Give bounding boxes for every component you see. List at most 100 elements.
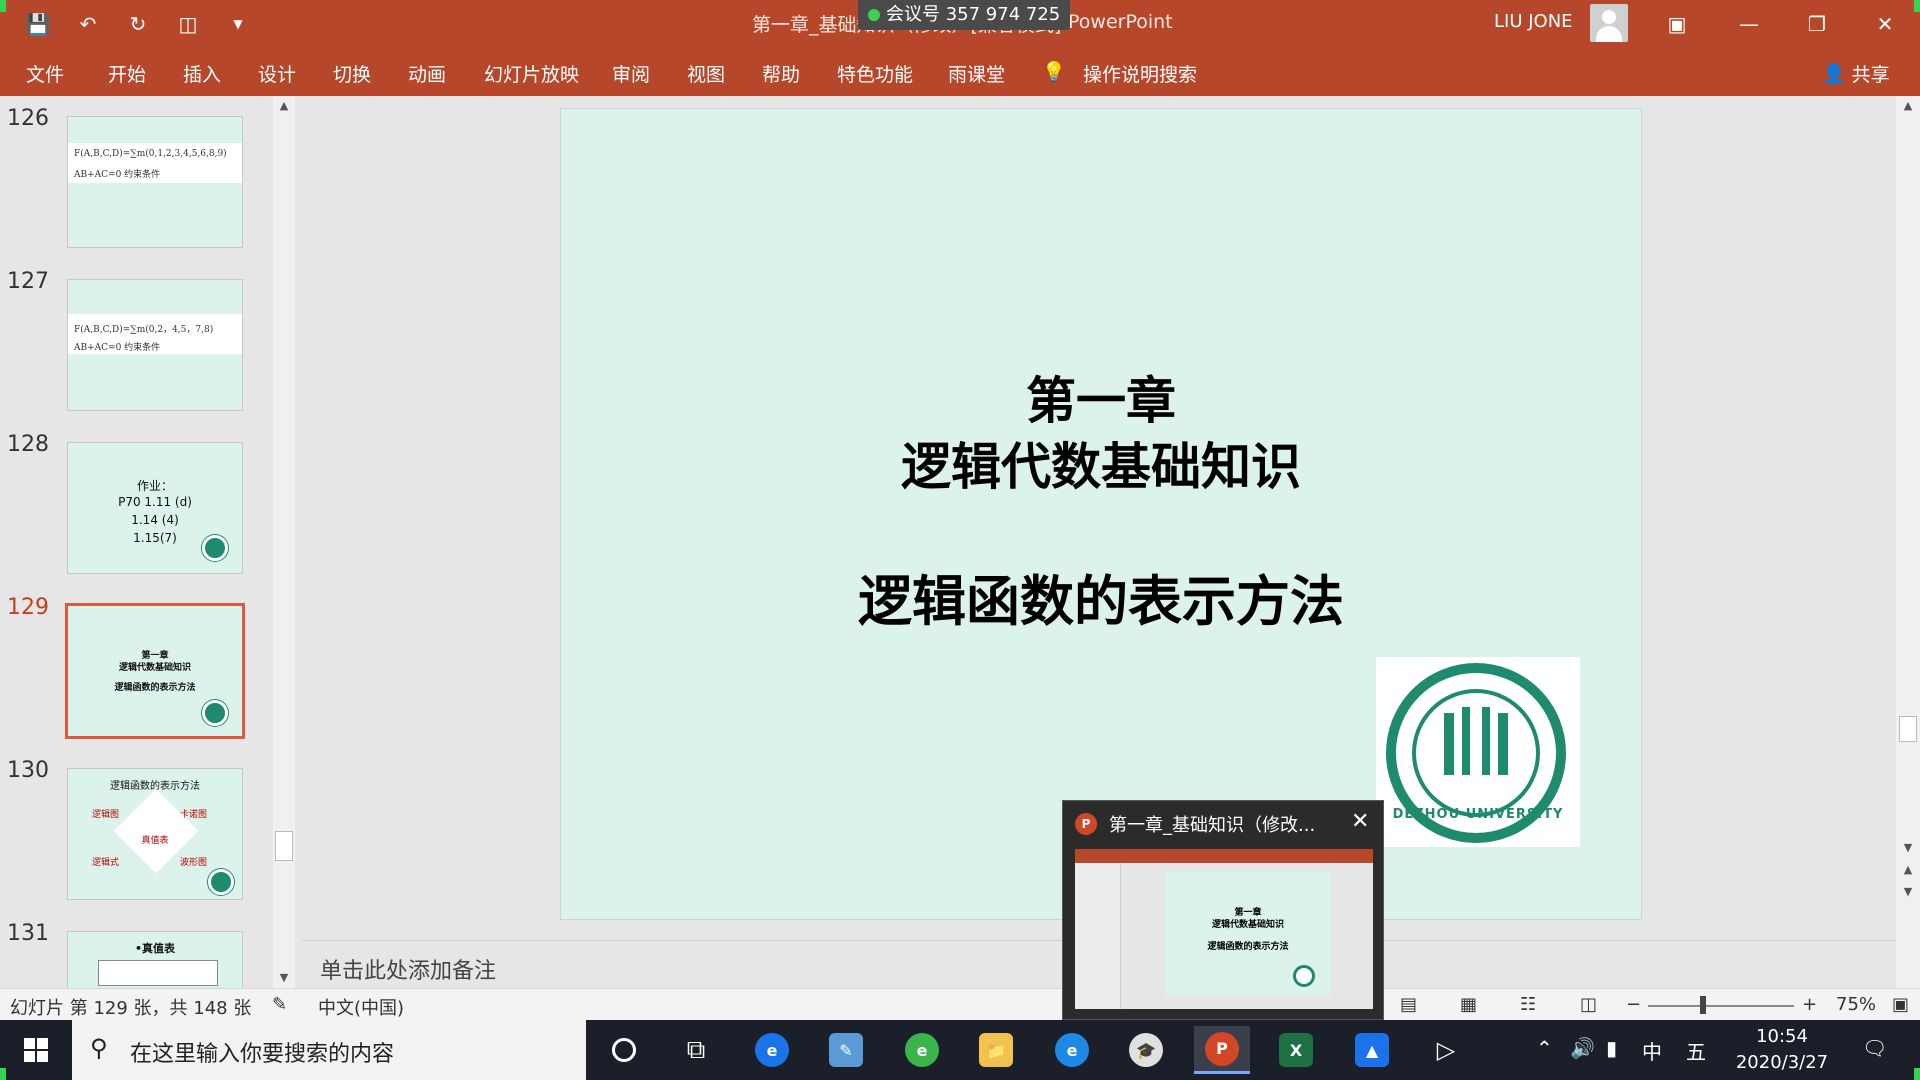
screen-share-border bbox=[0, 0, 6, 12]
reading-view-icon[interactable]: ☷ bbox=[1520, 994, 1536, 1015]
video-camera-icon[interactable]: ▷ bbox=[1418, 1026, 1474, 1074]
recording-dot-icon bbox=[868, 9, 880, 21]
taskbar-window-preview[interactable]: P 第一章_基础知识（修改... ✕ 第一章 逻辑代数基础知识 逻辑函数的表示方… bbox=[1062, 800, 1384, 1020]
start-button[interactable] bbox=[0, 1020, 72, 1080]
slide-topic[interactable]: 逻辑函数的表示方法 bbox=[561, 557, 1641, 636]
scroll-down-icon[interactable]: ▼ bbox=[1896, 838, 1920, 858]
battery-icon[interactable]: ▮ bbox=[1606, 1036, 1617, 1060]
file-explorer-icon[interactable]: 📁 bbox=[968, 1026, 1024, 1074]
user-name[interactable]: LIU JONE bbox=[1494, 11, 1573, 32]
university-logo-icon bbox=[208, 869, 234, 895]
scroll-up-icon[interactable]: ▲ bbox=[273, 96, 295, 116]
zoom-in-icon[interactable]: + bbox=[1802, 994, 1817, 1015]
slide-thumbnail-127[interactable]: F(A,B,C,D)=∑m(0,2，4,5，7,8) AB+AC=0 约束条件 bbox=[67, 279, 243, 411]
tab-transitions[interactable]: 切换 bbox=[333, 60, 371, 87]
scroll-down-icon[interactable]: ▼ bbox=[273, 968, 295, 988]
zoom-out-icon[interactable]: − bbox=[1626, 994, 1641, 1015]
person-icon: 👤 bbox=[1822, 63, 1846, 85]
zoom-slider[interactable] bbox=[1648, 1005, 1794, 1007]
zoom-slider-thumb[interactable] bbox=[1700, 996, 1706, 1014]
screen-share-border bbox=[1914, 1068, 1920, 1080]
previous-slide-icon[interactable]: ▲ bbox=[1896, 860, 1920, 880]
slide-thumbnail-130[interactable]: 逻辑函数的表示方法 真值表 逻辑图 卡诺图 逻辑式 波形图 bbox=[67, 768, 243, 900]
share-button[interactable]: 👤 共享 bbox=[1822, 60, 1890, 87]
tab-rain-classroom[interactable]: 雨课堂 bbox=[948, 60, 1005, 87]
tab-home[interactable]: 开始 bbox=[108, 60, 146, 87]
preview-thumbnail[interactable]: 第一章 逻辑代数基础知识 逻辑函数的表示方法 bbox=[1075, 849, 1373, 1009]
tab-help[interactable]: 帮助 bbox=[762, 60, 800, 87]
preview-slide-text: 逻辑代数基础知识 bbox=[1211, 920, 1284, 930]
accessibility-icon[interactable]: ✎ bbox=[272, 994, 287, 1015]
slide-thumbnail-128[interactable]: 作业： P70 1.11 (d) 1.14 (4) 1.15(7) bbox=[67, 442, 243, 574]
slide-thumbnail-126[interactable]: F(A,B,C,D)=∑m(0,1,2,3,4,5,6,8,9) AB+AC=0… bbox=[67, 116, 243, 248]
notes-app-icon[interactable]: ✎ bbox=[818, 1026, 874, 1074]
ime-language[interactable]: 中 bbox=[1642, 1036, 1662, 1065]
thumb-text: 逻辑图 bbox=[92, 810, 120, 820]
zoom-level[interactable]: 75% bbox=[1836, 994, 1876, 1015]
thumb-text: 作业： bbox=[136, 479, 173, 493]
notification-center-icon[interactable]: 🗨 bbox=[1862, 1036, 1887, 1060]
graduation-cap-icon[interactable]: 🎓 bbox=[1118, 1026, 1174, 1074]
scroll-thumb[interactable] bbox=[275, 831, 293, 861]
excel-taskbar-icon[interactable]: X bbox=[1268, 1026, 1324, 1074]
tab-slideshow[interactable]: 幻灯片放映 bbox=[484, 60, 579, 87]
scroll-thumb[interactable] bbox=[1899, 716, 1917, 742]
slide-number: 128 bbox=[7, 432, 49, 457]
editor-scrollbar[interactable]: ▲ ▼ ▲ ▼ bbox=[1896, 96, 1920, 988]
system-clock[interactable]: 10:54 2020/3/27 bbox=[1718, 1024, 1846, 1076]
tab-special-features[interactable]: 特色功能 bbox=[837, 60, 913, 87]
tell-me-search[interactable]: 操作说明搜索 bbox=[1083, 60, 1197, 87]
university-logo-icon bbox=[1293, 965, 1315, 987]
show-hidden-icons-icon[interactable]: ⌃ bbox=[1536, 1036, 1553, 1060]
tab-review[interactable]: 审阅 bbox=[612, 60, 650, 87]
fit-to-window-icon[interactable]: ▣ bbox=[1892, 994, 1909, 1015]
tab-view[interactable]: 视图 bbox=[687, 60, 725, 87]
internet-explorer-icon[interactable]: e bbox=[1044, 1026, 1100, 1074]
thumb-text: AB+AC=0 约束条件 bbox=[74, 343, 161, 353]
restore-button[interactable]: ❐ bbox=[1784, 0, 1850, 48]
taskbar-search[interactable]: ⚲ 在这里输入你要搜索的内容 bbox=[72, 1020, 586, 1080]
slide-thumbnail-131[interactable]: •真值表 bbox=[67, 931, 243, 988]
thumb-text: 波形图 bbox=[180, 858, 208, 868]
task-view-icon[interactable]: ⧉ bbox=[668, 1026, 724, 1074]
tab-animations[interactable]: 动画 bbox=[408, 60, 446, 87]
slide-chapter-title[interactable]: 第一章 bbox=[561, 361, 1641, 433]
volume-icon[interactable]: 🔊 bbox=[1570, 1036, 1595, 1060]
close-icon[interactable]: ✕ bbox=[1351, 809, 1369, 834]
thumb-text: 逻辑函数的表示方法 bbox=[114, 683, 196, 693]
meeting-app-icon[interactable]: ▲ bbox=[1344, 1026, 1400, 1074]
current-slide[interactable]: 第一章 逻辑代数基础知识 逻辑函数的表示方法 DEZHOU UNIVERSITY bbox=[560, 108, 1642, 920]
minimize-button[interactable]: — bbox=[1716, 0, 1782, 48]
thumb-text: 卡诺图 bbox=[180, 810, 208, 820]
customize-toolbar-icon[interactable]: ▼ bbox=[224, 10, 252, 38]
ribbon-display-options-icon[interactable]: ▣ bbox=[1644, 0, 1710, 48]
redo-icon[interactable]: ↻ bbox=[124, 10, 152, 38]
slide-number: 126 bbox=[7, 106, 49, 131]
tab-insert[interactable]: 插入 bbox=[183, 60, 221, 87]
avatar[interactable] bbox=[1590, 4, 1628, 42]
language-indicator[interactable]: 中文(中国) bbox=[318, 994, 404, 1020]
tab-design[interactable]: 设计 bbox=[258, 60, 296, 87]
slide-sorter-icon[interactable]: ▦ bbox=[1460, 994, 1477, 1015]
next-slide-icon[interactable]: ▼ bbox=[1896, 882, 1920, 902]
notes-placeholder[interactable]: 单击此处添加备注 bbox=[320, 953, 496, 985]
ime-mode[interactable]: 五 bbox=[1686, 1036, 1706, 1065]
close-button[interactable]: ✕ bbox=[1852, 0, 1918, 48]
normal-view-icon[interactable]: ▤ bbox=[1400, 994, 1417, 1015]
powerpoint-taskbar-icon[interactable]: P bbox=[1194, 1026, 1250, 1074]
edge-browser-icon[interactable]: e bbox=[744, 1026, 800, 1074]
save-icon[interactable]: 💾 bbox=[24, 10, 52, 38]
slide-thumbnail-129[interactable]: 第一章 逻辑代数基础知识 逻辑函数的表示方法 bbox=[65, 603, 245, 739]
slide-subtitle[interactable]: 逻辑代数基础知识 bbox=[561, 427, 1641, 499]
slideshow-icon[interactable]: ◫ bbox=[1580, 994, 1597, 1015]
present-from-start-icon[interactable]: ◫ bbox=[174, 10, 202, 38]
university-emblem[interactable]: DEZHOU UNIVERSITY bbox=[1376, 657, 1580, 847]
taskbar: ⚲ 在这里输入你要搜索的内容 ⧉ e ✎ e 📁 e 🎓 P X ▲ ▷ ⌃ 🔊… bbox=[0, 1020, 1920, 1080]
scroll-up-icon[interactable]: ▲ bbox=[1896, 96, 1920, 116]
clock-time: 10:54 bbox=[1756, 1026, 1808, 1047]
browser-360-icon[interactable]: e bbox=[894, 1026, 950, 1074]
thumbnail-scrollbar[interactable]: ▲ ▼ bbox=[273, 96, 295, 988]
undo-icon[interactable]: ↶ bbox=[74, 10, 102, 38]
tab-file[interactable]: 文件 bbox=[26, 60, 64, 87]
cortana-icon[interactable] bbox=[596, 1026, 652, 1074]
